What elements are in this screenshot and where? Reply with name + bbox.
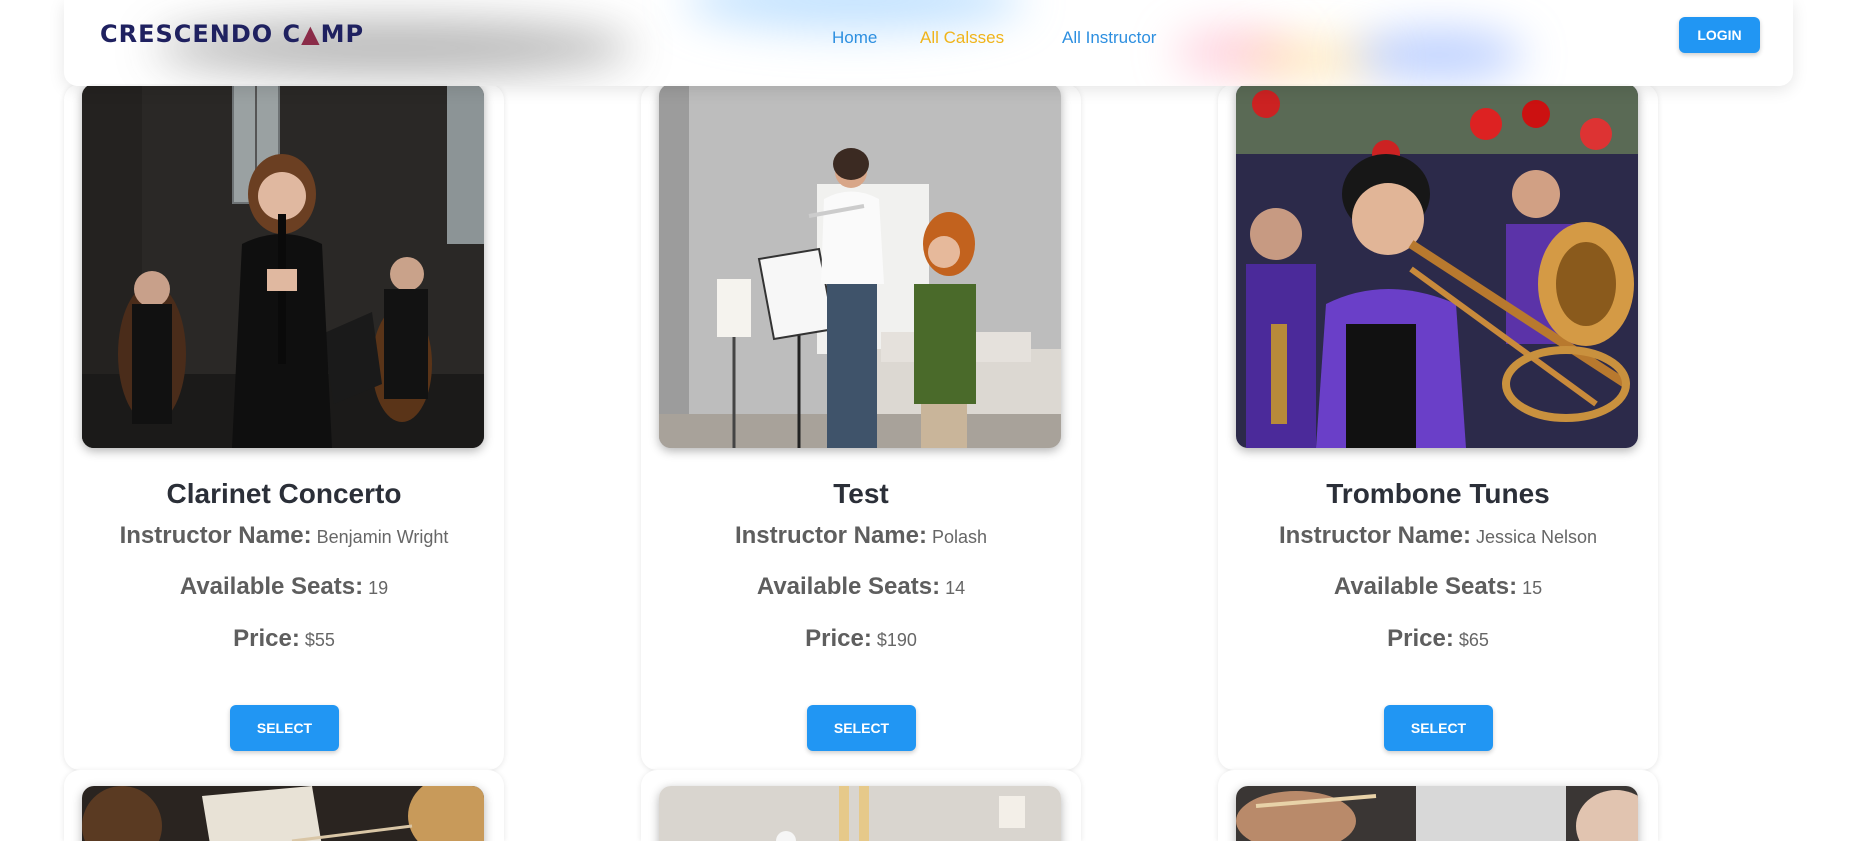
tent-icon: ▲ <box>301 20 321 48</box>
class-image <box>659 84 1061 448</box>
instructor-name: Polash <box>932 527 988 547</box>
available-seats: 15 <box>1522 578 1543 598</box>
price-value: $55 <box>304 630 335 650</box>
class-image <box>82 786 484 841</box>
seats-row: Available Seats: 14 <box>756 573 966 600</box>
instructor-name: Benjamin Wright <box>316 527 449 547</box>
price-value: $65 <box>1458 630 1489 650</box>
class-image <box>659 786 1061 841</box>
class-title: Clarinet Concerto <box>166 478 402 509</box>
class-title: Test <box>833 478 889 509</box>
instructor-row: Instructor Name: Polash <box>734 522 988 549</box>
select-button[interactable]: SELECT <box>1384 705 1493 751</box>
instructor-row: Instructor Name: Jessica Nelson <box>1278 522 1598 549</box>
site-logo[interactable]: CRESCENDO C▲MP <box>100 20 364 48</box>
class-image <box>82 84 484 448</box>
class-image <box>1236 786 1638 841</box>
nav-link-all-classes[interactable]: All Calsses <box>920 28 1004 48</box>
class-card: Trombone Tunes Instructor Name: Jessica … <box>1218 84 1658 770</box>
price-row: Price: $65 <box>1387 625 1489 652</box>
instructor-name: Jessica Nelson <box>1476 527 1598 547</box>
class-card <box>641 770 1081 841</box>
class-card: Clarinet Concerto Instructor Name: Benja… <box>64 84 504 770</box>
class-title: Trombone Tunes <box>1326 478 1550 509</box>
login-button[interactable]: LOGIN <box>1679 17 1760 53</box>
class-card <box>1218 770 1658 841</box>
available-seats: 19 <box>368 578 389 598</box>
nav-link-all-instructor[interactable]: All Instructor <box>1062 28 1156 48</box>
class-image <box>1236 84 1638 448</box>
seats-row: Available Seats: 15 <box>1333 573 1543 600</box>
nav-link-home[interactable]: Home <box>832 28 877 48</box>
class-card: Test Instructor Name: Polash Available S… <box>641 84 1081 770</box>
price-row: Price: $190 <box>805 625 917 652</box>
instructor-row: Instructor Name: Benjamin Wright <box>119 522 449 549</box>
select-button[interactable]: SELECT <box>807 705 916 751</box>
navbar: CRESCENDO C▲MP Home All Calsses All Inst… <box>64 0 1793 86</box>
class-card <box>64 770 504 841</box>
price-row: Price: $55 <box>233 625 335 652</box>
select-button[interactable]: SELECT <box>230 705 339 751</box>
seats-row: Available Seats: 19 <box>179 573 389 600</box>
price-value: $190 <box>876 630 917 650</box>
available-seats: 14 <box>945 578 966 598</box>
